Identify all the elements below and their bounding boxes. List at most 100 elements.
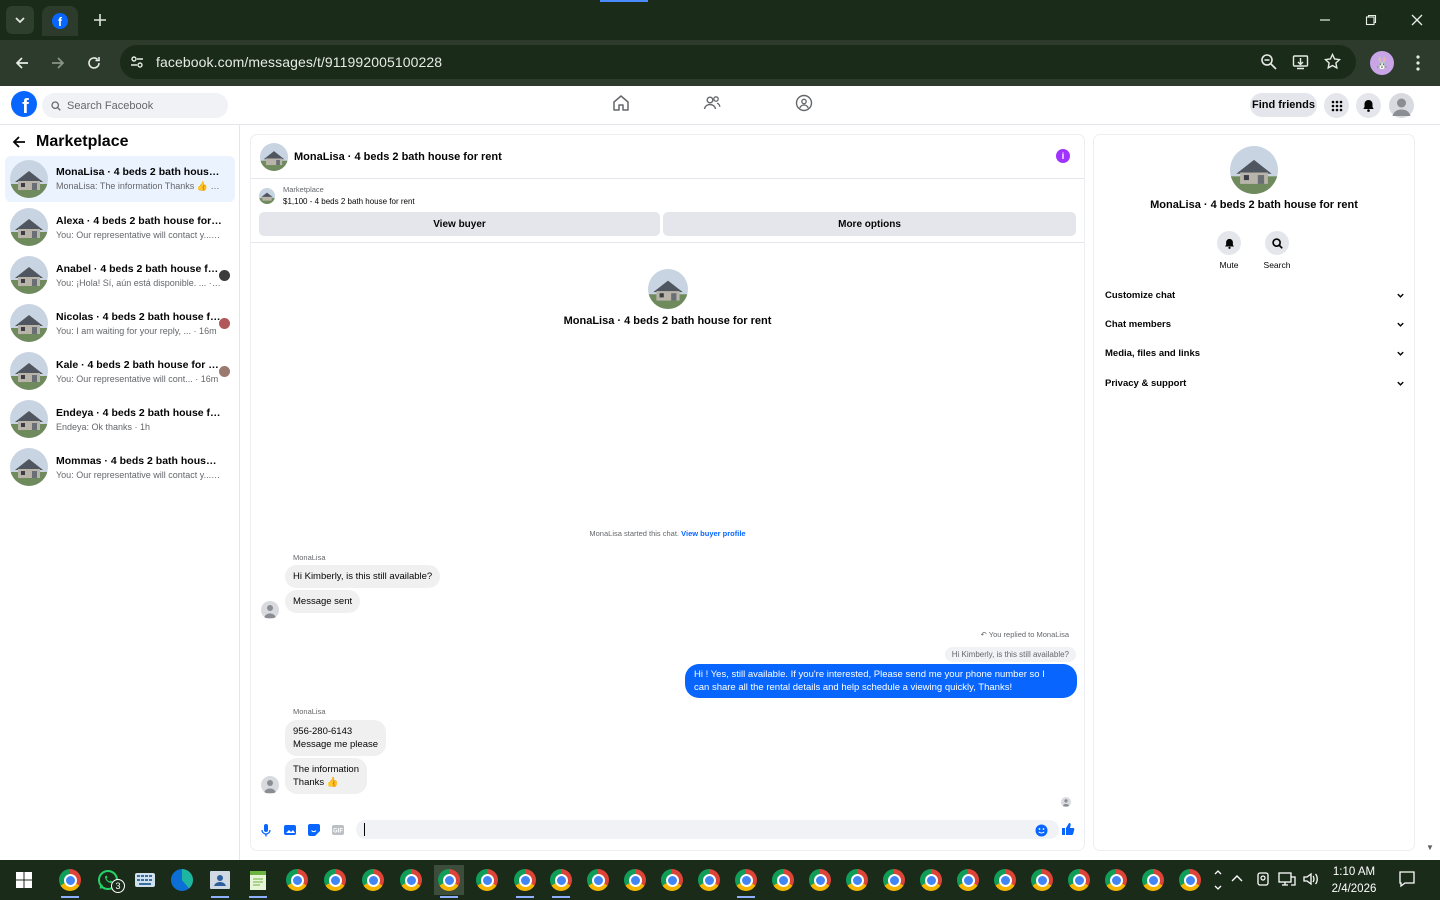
chrome-taskbar-icon[interactable] [916, 865, 946, 895]
microphone-icon[interactable] [260, 823, 272, 837]
url-text[interactable]: facebook.com/messages/t/911992005100228 [156, 54, 442, 70]
close-window-button[interactable] [1394, 4, 1440, 36]
incoming-message[interactable]: The information Thanks 👍 [285, 758, 368, 794]
chrome-taskbar-icon[interactable] [657, 865, 687, 895]
mute-button[interactable]: Mute [1209, 231, 1249, 270]
chrome-taskbar-icon[interactable] [620, 865, 650, 895]
chrome-taskbar-icon[interactable] [358, 865, 388, 895]
keyboard-taskbar-icon[interactable] [130, 865, 160, 895]
browser-profile-avatar[interactable]: 🐰 [1370, 51, 1394, 75]
conversation-item[interactable]: Anabel · 4 beds 2 bath house fo... You: … [5, 252, 235, 298]
chrome-taskbar-icon[interactable] [1027, 865, 1057, 895]
conversation-item[interactable]: Nicolas · 4 beds 2 bath house fo... You:… [5, 300, 235, 346]
message-input[interactable] [356, 820, 1059, 839]
thumbs-up-icon[interactable] [1061, 822, 1075, 836]
photo-icon[interactable] [283, 823, 297, 837]
account-avatar[interactable] [1389, 93, 1414, 118]
site-settings-icon[interactable] [129, 54, 145, 70]
new-tab-button[interactable] [86, 6, 114, 34]
browser-tab-facebook[interactable]: f [42, 6, 78, 36]
browser-menu-icon[interactable] [1406, 49, 1430, 77]
chrome-taskbar-icon[interactable] [1101, 865, 1131, 895]
taskbar-scroll-icon[interactable] [1209, 865, 1227, 895]
chrome-taskbar-icon[interactable] [510, 865, 540, 898]
chrome-taskbar-icon[interactable] [583, 865, 613, 895]
zoom-icon[interactable] [1260, 53, 1277, 70]
incoming-message[interactable]: Hi Kimberly, is this still available? [285, 565, 441, 588]
back-arrow-icon[interactable] [8, 49, 36, 77]
conversation-item[interactable]: Alexa · 4 beds 2 bath house for rent You… [5, 204, 235, 250]
chrome-taskbar-icon[interactable] [879, 865, 909, 895]
chat-avatar[interactable] [260, 142, 288, 171]
friends-icon[interactable] [703, 94, 721, 112]
search-in-conversation-button[interactable]: Search [1257, 231, 1297, 270]
chrome-taskbar-icon[interactable] [805, 865, 835, 895]
chrome-taskbar-icon[interactable] [731, 865, 761, 898]
network-icon[interactable] [1278, 871, 1296, 887]
conversation-item[interactable]: MonaLisa · 4 beds 2 bath house fo... Mon… [5, 156, 235, 202]
home-icon[interactable] [612, 94, 630, 112]
system-clock[interactable]: 1:10 AM 2/4/2026 [1322, 864, 1386, 898]
chat-members-section[interactable]: Chat members [1105, 314, 1405, 334]
volume-icon[interactable] [1302, 871, 1320, 887]
chrome-taskbar-icon[interactable] [472, 865, 502, 895]
chrome-taskbar-icon[interactable] [694, 865, 724, 895]
customize-chat-section[interactable]: Customize chat [1105, 285, 1405, 305]
tab-search-dropdown-icon[interactable] [6, 6, 34, 34]
edge-taskbar-icon[interactable] [167, 865, 197, 895]
chrome-profile-taskbar-icon[interactable] [55, 865, 85, 898]
chrome-taskbar-icon[interactable] [953, 865, 983, 895]
forward-arrow-icon[interactable] [44, 49, 72, 77]
conversation-info-icon[interactable]: i [1056, 149, 1070, 163]
chrome-taskbar-icon[interactable] [1064, 865, 1094, 895]
reload-icon[interactable] [80, 49, 108, 77]
chrome-taskbar-icon[interactable] [842, 865, 872, 895]
conversation-item[interactable]: Kale · 4 beds 2 bath house for re... You… [5, 348, 235, 394]
sticker-icon[interactable] [307, 823, 321, 837]
minimize-window-button[interactable] [1302, 4, 1348, 36]
gif-icon[interactable]: GIF [331, 823, 345, 837]
incoming-message[interactable]: Message sent [285, 590, 361, 613]
people-app-taskbar-icon[interactable] [205, 865, 235, 898]
facebook-search-input[interactable]: Search Facebook [42, 93, 228, 118]
whatsapp-taskbar-icon[interactable]: 3 [93, 865, 125, 895]
chat-title[interactable]: MonaLisa · 4 beds 2 bath house for rent [294, 151, 502, 163]
restore-window-button[interactable] [1348, 4, 1394, 36]
facebook-logo-icon[interactable]: f [11, 91, 37, 117]
quoted-message[interactable]: Hi Kimberly, is this still available? [944, 647, 1076, 662]
chrome-taskbar-icon-active[interactable] [434, 865, 464, 898]
emoji-icon[interactable] [1035, 824, 1048, 837]
scroll-down-arrow-icon[interactable]: ▼ [1426, 843, 1436, 853]
menu-grid-icon[interactable] [1324, 93, 1349, 118]
more-options-button[interactable]: More options [663, 212, 1076, 236]
listing-title[interactable]: $1,100 - 4 beds 2 bath house for rent [283, 197, 415, 206]
chrome-taskbar-icon[interactable] [990, 865, 1020, 895]
chrome-taskbar-icon[interactable] [320, 865, 350, 895]
notepad-taskbar-icon[interactable] [243, 865, 273, 898]
notifications-bell-icon[interactable] [1356, 93, 1381, 118]
back-arrow-icon[interactable] [12, 135, 26, 149]
chrome-taskbar-icon[interactable] [546, 865, 576, 898]
address-bar[interactable]: facebook.com/messages/t/911992005100228 [120, 45, 1356, 79]
bookmark-star-icon[interactable] [1324, 53, 1341, 70]
chrome-taskbar-icon[interactable] [396, 865, 426, 895]
show-hidden-icons-chevron-icon[interactable] [1230, 872, 1244, 886]
view-buyer-profile-link[interactable]: View buyer profile [681, 529, 745, 538]
find-friends-button[interactable]: Find friends [1250, 93, 1317, 117]
notification-center-icon[interactable] [1398, 870, 1416, 888]
meet-now-icon[interactable] [1256, 871, 1270, 887]
view-buyer-button[interactable]: View buyer [259, 212, 660, 236]
media-files-links-section[interactable]: Media, files and links [1105, 343, 1405, 363]
chrome-taskbar-icon[interactable] [282, 865, 312, 895]
privacy-support-section[interactable]: Privacy & support [1105, 373, 1405, 393]
chrome-taskbar-icon[interactable] [1138, 865, 1168, 895]
listing-thumbnail[interactable] [259, 188, 275, 204]
conversation-item[interactable]: Endeya · 4 beds 2 bath house for r... En… [5, 396, 235, 442]
install-app-icon[interactable] [1292, 53, 1309, 70]
windows-start-icon[interactable] [9, 865, 39, 895]
chrome-taskbar-icon[interactable] [768, 865, 798, 895]
outgoing-message[interactable]: Hi ! Yes, still available. If you're int… [685, 664, 1077, 698]
conversation-item[interactable]: Mommas · 4 beds 2 bath house fo... You: … [5, 444, 235, 490]
groups-icon[interactable] [795, 94, 813, 112]
incoming-message[interactable]: 956-280-6143 Message me please [285, 720, 387, 756]
